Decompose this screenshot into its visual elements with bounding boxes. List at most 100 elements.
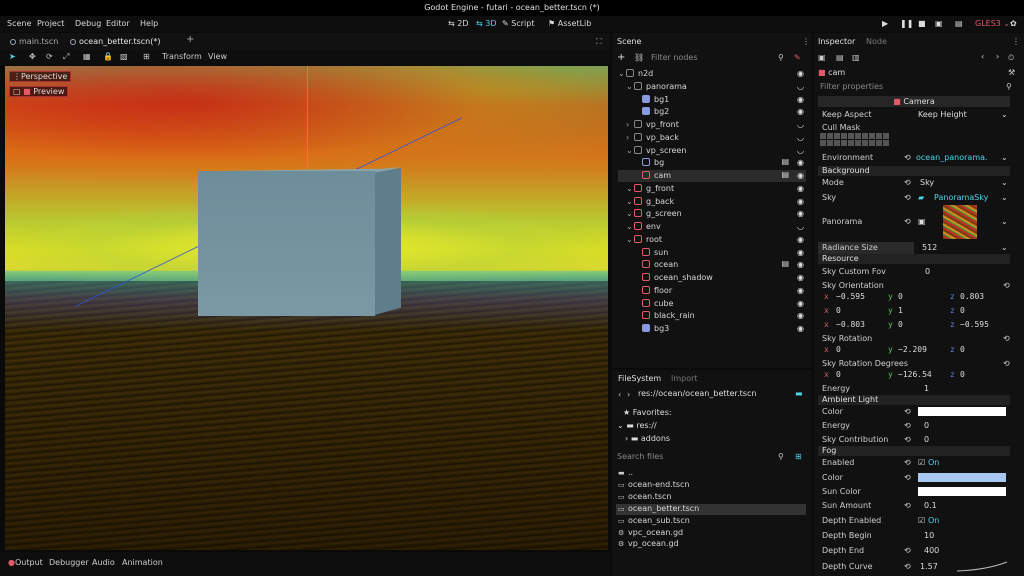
eye-icon[interactable]: ◉: [797, 171, 804, 180]
reset-icon[interactable]: ⟲: [904, 217, 911, 226]
reset-icon[interactable]: ⟲: [904, 435, 911, 444]
tree-row-g-front[interactable]: ⌄ g_front ◉: [618, 183, 806, 195]
sky-rotation-x[interactable]: 0: [836, 345, 841, 354]
tree-row-bg[interactable]: bg ▤ ◉: [618, 157, 806, 169]
radiance-size-select[interactable]: 512: [922, 243, 937, 252]
menu-scene[interactable]: Scene: [7, 19, 31, 28]
rotate-tool-icon[interactable]: ⟳: [46, 52, 53, 61]
sun-amount-value[interactable]: 0.1: [924, 501, 937, 510]
chevron-down-icon[interactable]: ⌄: [1001, 110, 1008, 119]
depth-end-value[interactable]: 400: [924, 546, 939, 555]
inspected-object[interactable]: ■ cam: [818, 68, 845, 77]
import-tab[interactable]: Import: [671, 374, 698, 383]
tree-row-bg2[interactable]: bg2 ◉: [618, 106, 806, 118]
reset-icon[interactable]: ⟲: [904, 473, 911, 482]
node-tab[interactable]: Node: [866, 37, 887, 46]
orientation-zy[interactable]: 0: [898, 320, 903, 329]
reset-icon[interactable]: ⟲: [904, 421, 911, 430]
transform-menu[interactable]: Transform: [162, 52, 202, 61]
sky-contribution-value[interactable]: 0: [924, 435, 929, 444]
object-menu-icon[interactable]: ⚒: [1008, 68, 1015, 77]
reset-icon[interactable]: ⟲: [904, 178, 911, 187]
file-row[interactable]: ▬..: [616, 468, 806, 479]
tree-row-bg1[interactable]: bg1 ◉: [618, 94, 806, 106]
tab-main-tscn[interactable]: main.tscn: [10, 37, 58, 46]
reset-icon[interactable]: ⟲: [904, 546, 911, 555]
menu-editor[interactable]: Editor: [106, 19, 130, 28]
view-menu[interactable]: View: [208, 52, 227, 61]
background-section[interactable]: Background: [818, 166, 1010, 176]
mode-select[interactable]: Sky: [920, 178, 934, 187]
search-icon[interactable]: ⚲: [778, 452, 784, 461]
history-forward-icon[interactable]: ›: [996, 52, 999, 61]
eye-icon[interactable]: ◉: [797, 184, 804, 193]
filesystem-tab[interactable]: FileSystem: [618, 374, 661, 383]
reset-icon[interactable]: ⟲: [1003, 334, 1010, 343]
script-attach-icon[interactable]: ✎: [794, 53, 801, 62]
res-folder-row[interactable]: ⌄ ▬ res://: [617, 421, 657, 430]
file-row[interactable]: ▭ ocean_sub.tscn: [616, 516, 806, 527]
cull-mask-grid[interactable]: [820, 133, 890, 146]
orientation-xz[interactable]: 0.803: [960, 292, 984, 301]
tree-row-sun[interactable]: sun ◉: [618, 247, 806, 259]
chevron-down-icon[interactable]: ⌄: [1001, 217, 1008, 226]
depth-begin-value[interactable]: 10: [924, 531, 934, 540]
file-row[interactable]: ⚙ vpc_ocean.gd: [616, 528, 806, 539]
move-tool-icon[interactable]: ✥: [29, 52, 36, 61]
addons-folder-row[interactable]: › ▬ addons: [625, 434, 670, 443]
chevron-down-icon[interactable]: ⌄: [626, 184, 633, 193]
menu-debug[interactable]: Debug: [75, 19, 101, 28]
eye-icon[interactable]: ◉: [797, 209, 804, 218]
link-icon[interactable]: ⛓: [634, 53, 644, 62]
reset-icon[interactable]: ⟲: [1003, 281, 1010, 290]
resource-section[interactable]: Resource: [818, 254, 1010, 264]
perspective-menu[interactable]: ⋮Perspective: [9, 71, 72, 82]
orientation-xx[interactable]: −0.595: [836, 292, 865, 301]
eye-closed-icon[interactable]: ◡: [797, 120, 804, 129]
workspace-assetlib[interactable]: ⚑ AssetLib: [548, 19, 591, 28]
script-icon[interactable]: ▤: [781, 170, 789, 179]
file-row[interactable]: ▭ ocean_better.tscn: [616, 503, 806, 515]
tree-row-g-screen[interactable]: ⌄ g_screen ◉: [618, 208, 806, 220]
tab-animation[interactable]: Animation: [122, 558, 163, 567]
path-field[interactable]: res://ocean/ocean_better.tscn: [638, 389, 756, 398]
tab-debugger[interactable]: Debugger: [49, 558, 89, 567]
eye-icon[interactable]: ◉: [797, 299, 804, 308]
cube-mesh[interactable]: [198, 171, 375, 316]
chevron-down-icon[interactable]: ⌄: [626, 222, 633, 231]
eye-icon[interactable]: ◉: [797, 69, 804, 78]
sky-rotation-deg-y[interactable]: −126.54: [898, 370, 932, 379]
tree-row-vp-screen[interactable]: ⌄ vp_screen ◡: [618, 145, 806, 157]
tree-row-vp-back[interactable]: › vp_back ◡: [618, 132, 806, 144]
add-tab-icon[interactable]: +: [186, 34, 194, 45]
fog-color-swatch[interactable]: [918, 473, 1006, 482]
tab-audio[interactable]: Audio: [92, 558, 115, 567]
depth-curve-value[interactable]: 1.57: [920, 562, 938, 571]
tree-row-root[interactable]: ⌄ root ◉: [618, 234, 806, 246]
load-resource-icon[interactable]: ▤: [836, 53, 844, 62]
back-icon[interactable]: ‹: [618, 390, 621, 399]
stop-icon[interactable]: ■: [918, 19, 926, 28]
sky-custom-fov-value[interactable]: 0: [925, 267, 930, 276]
orientation-xy[interactable]: 0: [898, 292, 903, 301]
orientation-yz[interactable]: 0: [960, 306, 965, 315]
tree-row-panorama[interactable]: ⌄ panorama ◡: [618, 81, 806, 93]
sun-color-swatch[interactable]: [918, 487, 1006, 496]
checkbox-checked-icon[interactable]: ☑: [918, 516, 925, 525]
pause-icon[interactable]: ❚❚: [900, 19, 913, 28]
eye-icon[interactable]: ◉: [797, 107, 804, 116]
tree-row-ocean-shadow[interactable]: ocean_shadow ◉: [618, 272, 806, 284]
eye-icon[interactable]: ◉: [797, 158, 804, 167]
tree-row-floor[interactable]: floor ◉: [618, 285, 806, 297]
eye-icon[interactable]: ◉: [797, 324, 804, 333]
environment-resource[interactable]: ocean_panorama.: [916, 153, 988, 162]
eye-icon[interactable]: ◉: [797, 235, 804, 244]
keep-aspect-select[interactable]: Keep Height: [918, 110, 967, 119]
tree-row-black-rain[interactable]: black_rain ◉: [618, 310, 806, 322]
search-icon[interactable]: ⚲: [778, 53, 784, 62]
3d-viewport[interactable]: [5, 66, 608, 550]
reset-icon[interactable]: ⟲: [904, 407, 911, 416]
chevron-down-icon[interactable]: ⌄: [626, 197, 633, 206]
tree-row-vp-front[interactable]: › vp_front ◡: [618, 119, 806, 131]
grid-view-icon[interactable]: ⊞: [795, 452, 802, 461]
